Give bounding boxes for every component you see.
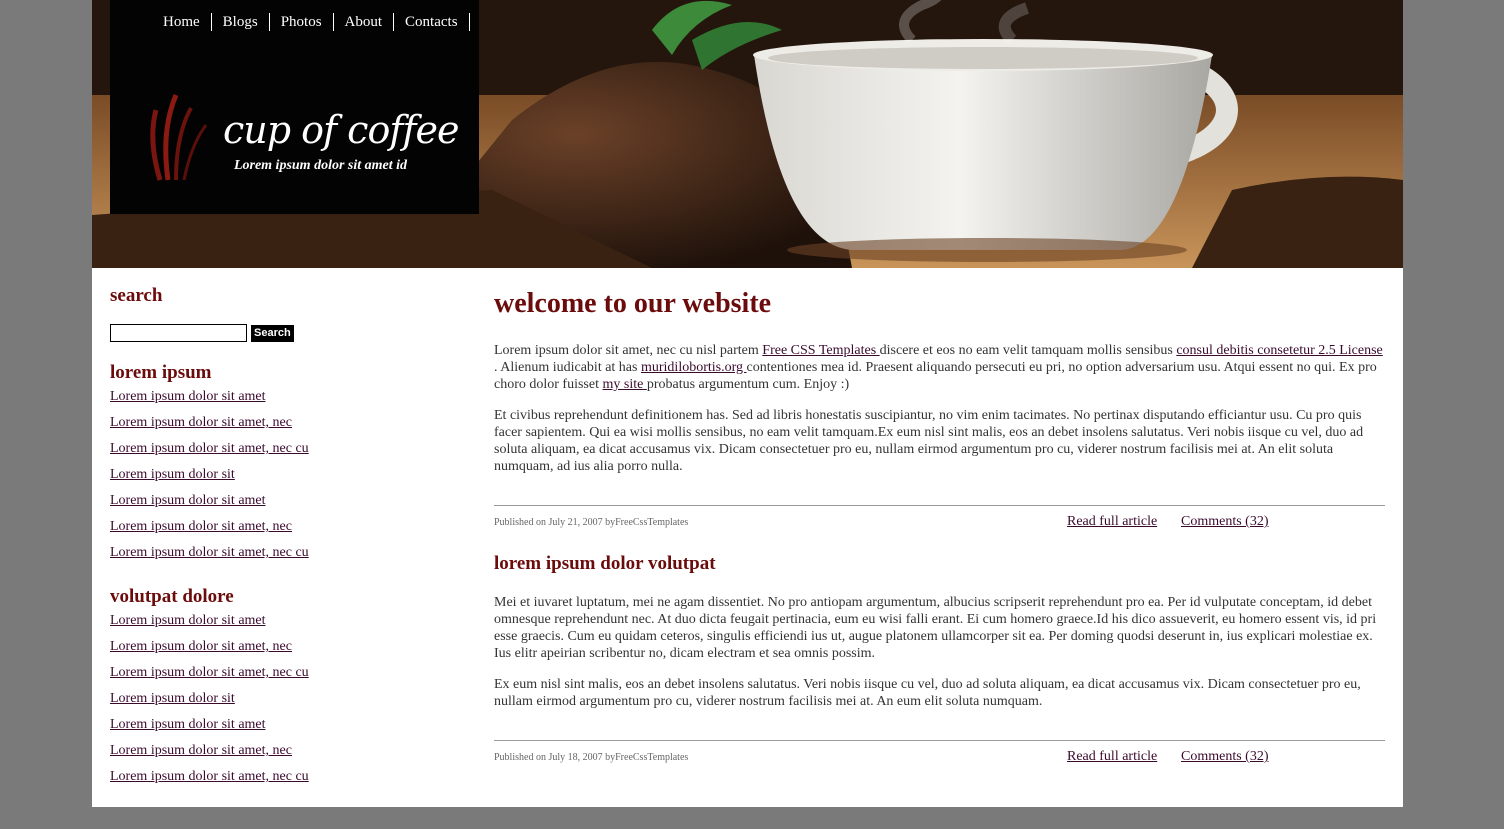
sidebar-section-heading: volutpat dolore <box>110 586 234 607</box>
list-item: Lorem ipsum dolor sit amet <box>110 491 460 517</box>
nav-contacts[interactable]: Contacts <box>394 13 470 31</box>
post: lorem ipsum dolor volutpat Mei et iuvare… <box>494 552 1385 771</box>
list-item: Lorem ipsum dolor sit amet <box>110 611 460 637</box>
nav-home[interactable]: Home <box>153 13 212 31</box>
sidebar-link[interactable]: Lorem ipsum dolor sit amet <box>110 493 266 508</box>
my-site-link[interactable]: my site <box>602 377 646 392</box>
site-link[interactable]: muridilobortis.org <box>641 360 747 375</box>
sidebar-link[interactable]: Lorem ipsum dolor sit amet, nec <box>110 415 292 430</box>
sidebar-link[interactable]: Lorem ipsum dolor sit amet, nec <box>110 639 292 654</box>
text: . Alienum iudicabit at has <box>494 360 641 375</box>
sidebar-link[interactable]: Lorem ipsum dolor sit amet <box>110 613 266 628</box>
post-body: Lorem ipsum dolor sit amet, nec cu nisl … <box>494 342 1385 475</box>
post-date: Published on July 21, 2007 byFreeCssTemp… <box>494 517 689 528</box>
post-paragraph: Mei et iuvaret luptatum, mei ne agam dis… <box>494 595 1377 661</box>
post-title: welcome to our website <box>494 288 772 319</box>
list-item: Lorem ipsum dolor sit amet, nec cu <box>110 663 460 689</box>
list-item: Lorem ipsum dolor sit <box>110 689 460 715</box>
post-meta: Published on July 21, 2007 byFreeCssTemp… <box>494 505 1385 536</box>
header: Home Blogs Photos About Contacts cup of … <box>92 0 1403 268</box>
sidebar-link[interactable]: Lorem ipsum dolor sit amet <box>110 389 266 404</box>
nav-photos[interactable]: Photos <box>270 13 334 31</box>
sidebar-link[interactable]: Lorem ipsum dolor sit amet, nec cu <box>110 769 309 784</box>
sidebar-link-list: Lorem ipsum dolor sit amet Lorem ipsum d… <box>110 387 460 569</box>
search-button[interactable]: Search <box>251 324 294 342</box>
list-item: Lorem ipsum dolor sit amet, nec <box>110 413 460 439</box>
comments-link[interactable]: Comments (32) <box>1181 749 1269 765</box>
read-more-link[interactable]: Read full article <box>1067 749 1157 765</box>
sidebar-link-list: Lorem ipsum dolor sit amet Lorem ipsum d… <box>110 611 460 793</box>
list-item: Lorem ipsum dolor sit amet <box>110 715 460 741</box>
read-more-link[interactable]: Read full article <box>1067 514 1157 530</box>
nav-blogs[interactable]: Blogs <box>212 13 270 31</box>
text: probatus argumentum cum. Enjoy :) <box>646 377 850 392</box>
sidebar: search Search lorem ipsum Lorem ipsum do… <box>110 284 460 793</box>
list-item: Lorem ipsum dolor sit amet, nec <box>110 517 460 543</box>
search-input[interactable] <box>110 324 247 342</box>
text: discere et eos no eam velit tamquam moll… <box>879 343 1177 358</box>
list-item: Lorem ipsum dolor sit amet <box>110 387 460 413</box>
post-paragraph: Ex eum nisl sint malis, eos an debet ins… <box>494 677 1361 709</box>
list-item: Lorem ipsum dolor sit amet, nec cu <box>110 767 460 793</box>
main-nav: Home Blogs Photos About Contacts <box>153 13 470 31</box>
list-item: Lorem ipsum dolor sit amet, nec <box>110 741 460 767</box>
post-body: Mei et iuvaret luptatum, mei ne agam dis… <box>494 594 1385 710</box>
sidebar-link[interactable]: Lorem ipsum dolor sit amet <box>110 717 266 732</box>
sidebar-link[interactable]: Lorem ipsum dolor sit amet, nec <box>110 519 292 534</box>
sidebar-link[interactable]: Lorem ipsum dolor sit amet, nec <box>110 743 292 758</box>
search-heading: search <box>110 285 163 306</box>
sidebar-link[interactable]: Lorem ipsum dolor sit amet, nec cu <box>110 665 309 680</box>
sidebar-link[interactable]: Lorem ipsum dolor sit <box>110 691 235 706</box>
license-link[interactable]: consul debitis consetetur 2.5 License <box>1176 343 1382 358</box>
list-item: Lorem ipsum dolor sit <box>110 465 460 491</box>
sidebar-link[interactable]: Lorem ipsum dolor sit <box>110 467 235 482</box>
list-item: Lorem ipsum dolor sit amet, nec <box>110 637 460 663</box>
page-container: Home Blogs Photos About Contacts cup of … <box>92 0 1403 807</box>
nav-about[interactable]: About <box>334 13 395 31</box>
text: Lorem ipsum dolor sit amet, nec cu nisl … <box>494 343 763 358</box>
post-meta: Published on July 18, 2007 byFreeCssTemp… <box>494 740 1385 771</box>
coffee-plant-logo-icon <box>150 94 208 181</box>
site-tagline: Lorem ipsum dolor sit amet id <box>233 158 408 173</box>
post-paragraph: Lorem ipsum dolor sit amet, nec cu nisl … <box>494 342 1385 393</box>
post-paragraph: Et civibus reprehendunt definitionem has… <box>494 408 1364 474</box>
list-item: Lorem ipsum dolor sit amet, nec cu <box>110 439 460 465</box>
sidebar-link[interactable]: Lorem ipsum dolor sit amet, nec cu <box>110 545 309 560</box>
post-title: lorem ipsum dolor volutpat <box>494 553 716 574</box>
comments-link[interactable]: Comments (32) <box>1181 514 1269 530</box>
post-date: Published on July 18, 2007 byFreeCssTemp… <box>494 752 689 763</box>
list-item: Lorem ipsum dolor sit amet, nec cu <box>110 543 460 569</box>
site-title: cup of coffee <box>223 108 459 152</box>
sidebar-link[interactable]: Lorem ipsum dolor sit amet, nec cu <box>110 441 309 456</box>
search-form: Search <box>110 323 460 343</box>
post: welcome to our website Lorem ipsum dolor… <box>494 284 1385 536</box>
logo-panel: Home Blogs Photos About Contacts cup of … <box>110 0 479 214</box>
main-content: welcome to our website Lorem ipsum dolor… <box>494 284 1385 771</box>
sidebar-section-heading: lorem ipsum <box>110 362 212 383</box>
free-css-templates-link[interactable]: Free CSS Templates <box>762 343 879 358</box>
